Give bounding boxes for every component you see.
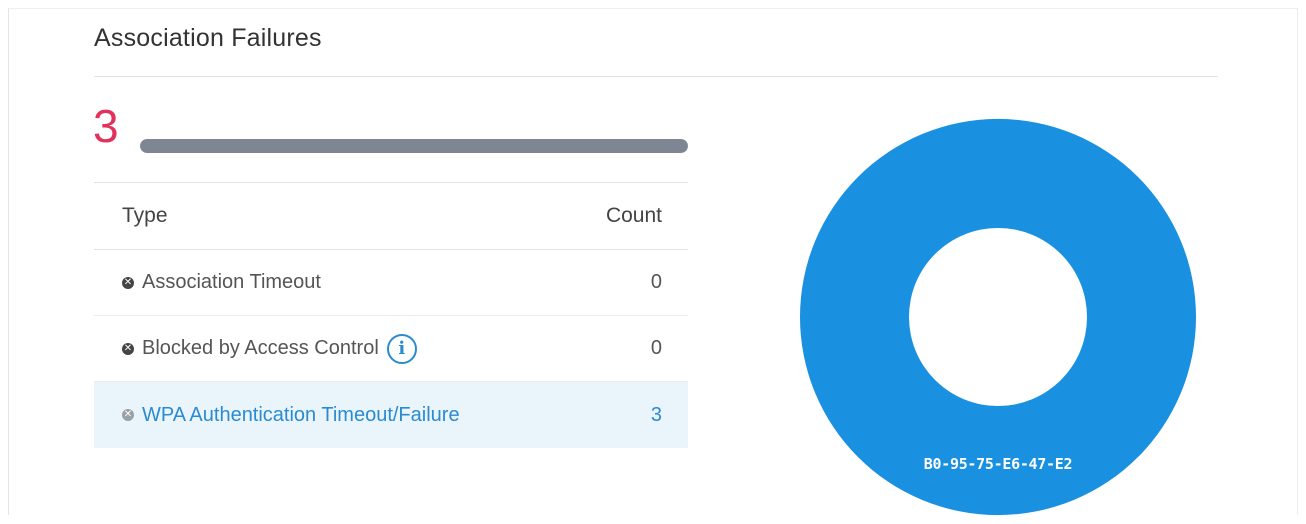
header-count: Count — [605, 204, 662, 227]
failure-type-table: Type Count ✕ Association Timeout 0 ✕ Blo… — [94, 182, 688, 448]
donut-chart: B0-95-75-E6-47-E2 — [796, 115, 1200, 524]
x-circle-icon: ✕ — [122, 276, 134, 289]
donut-slice-label: B0-95-75-E6-47-E2 — [923, 455, 1073, 473]
row-label: WPA Authentication Timeout/Failure — [142, 403, 460, 426]
x-circle-icon: ✕ — [122, 342, 134, 355]
table-row-association-timeout[interactable]: ✕ Association Timeout 0 — [94, 250, 688, 316]
table-header-row: Type Count — [94, 183, 688, 250]
table-row-wpa-authentication[interactable]: ✕ WPA Authentication Timeout/Failure 3 — [94, 382, 688, 448]
total-progress-fill — [140, 139, 688, 153]
header-type: Type — [122, 204, 168, 227]
total-count: 3 — [93, 100, 119, 152]
row-label: Blocked by Access Control — [142, 337, 379, 359]
row-count: 0 — [650, 337, 662, 359]
x-circle-icon: ✕ — [122, 409, 134, 421]
info-icon[interactable]: i — [386, 333, 417, 364]
row-count: 3 — [650, 403, 662, 426]
title-divider — [94, 76, 1218, 77]
row-count: 0 — [650, 271, 662, 293]
panel-title: Association Failures — [94, 24, 322, 52]
table-row-blocked-by-access-control[interactable]: ✕ Blocked by Access Control i 0 — [94, 316, 688, 382]
total-progress-bar — [140, 139, 688, 153]
row-label: Association Timeout — [142, 271, 321, 293]
